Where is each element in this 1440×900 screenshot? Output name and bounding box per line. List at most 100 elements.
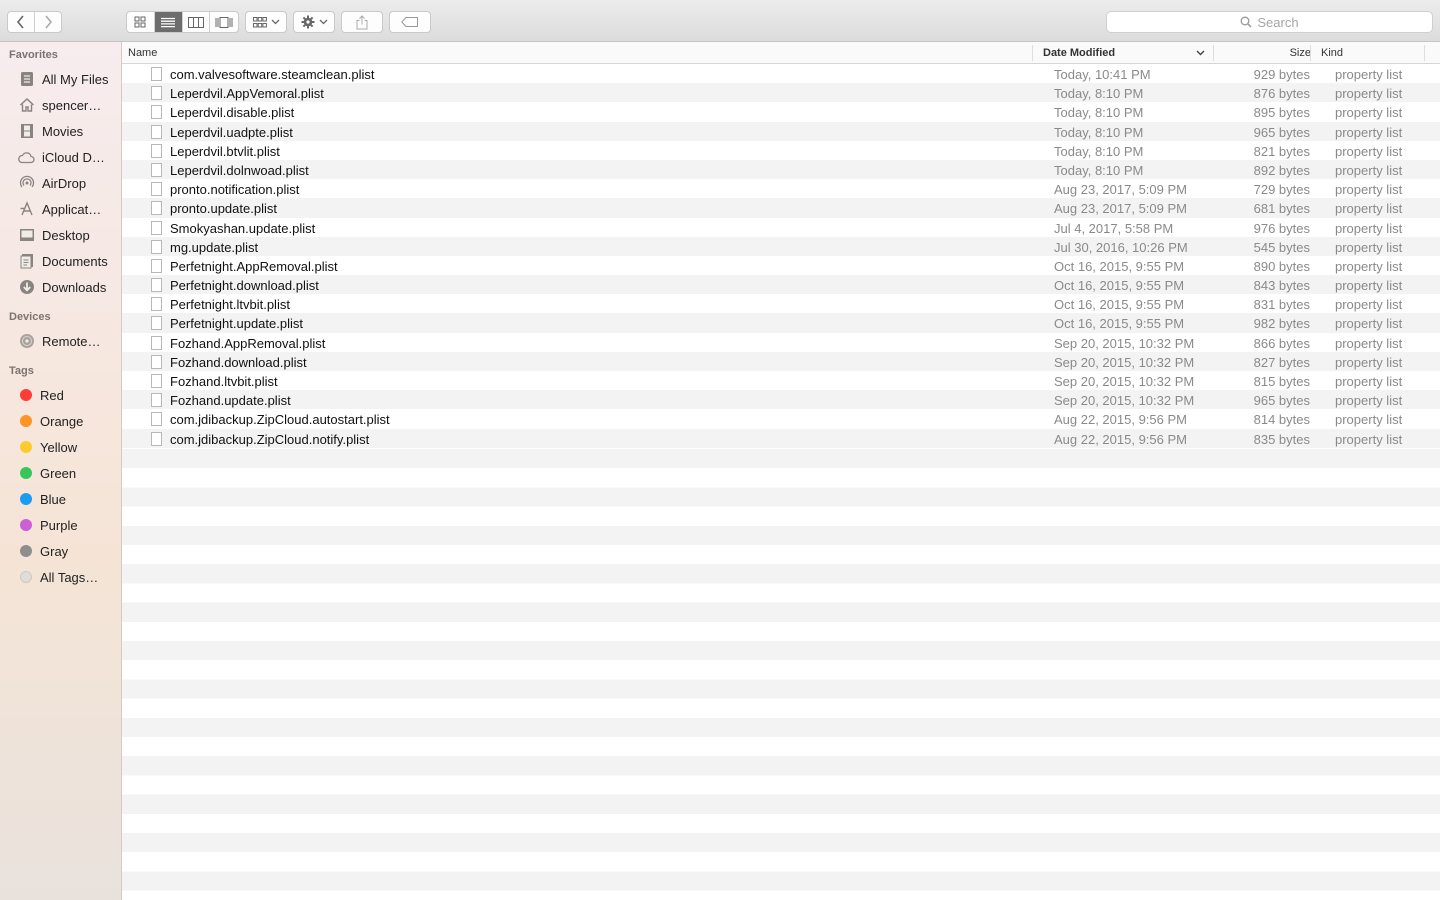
back-button[interactable] xyxy=(8,12,35,32)
sidebar-item-downloads[interactable]: Downloads xyxy=(18,276,118,298)
sidebar-item-movies[interactable]: Movies xyxy=(18,120,118,142)
action-menu-button[interactable] xyxy=(293,11,335,33)
file-date-modified: Sep 20, 2015, 10:32 PM xyxy=(1054,354,1195,370)
share-button[interactable] xyxy=(341,11,383,33)
column-divider[interactable] xyxy=(1032,45,1033,61)
document-file-icon xyxy=(151,278,162,293)
file-kind: property list xyxy=(1335,374,1403,389)
file-size: 835 bytes xyxy=(1253,431,1310,447)
document-file-icon xyxy=(151,239,162,254)
file-size: 965 bytes xyxy=(1253,393,1310,409)
table-row[interactable]: Perfetnight.AppRemoval.plist Oct 16, 2015… xyxy=(122,255,1440,276)
file-name: Fozhand.update.plist xyxy=(170,393,291,409)
tags-button[interactable] xyxy=(389,11,431,33)
column-divider[interactable] xyxy=(1213,45,1214,61)
file-size: 876 bytes xyxy=(1253,86,1310,102)
sidebar-item-airdrop[interactable]: AirDrop xyxy=(18,172,118,194)
sidebar-tag-gray[interactable]: Gray xyxy=(18,540,118,562)
sidebar-tag-purple[interactable]: Purple xyxy=(18,514,118,536)
column-header-bar: Name Date Modified Size Kind xyxy=(122,42,1440,64)
sidebar-tag-orange[interactable]: Orange xyxy=(18,410,118,432)
file-kind: property list xyxy=(1335,354,1403,370)
sort-chevron-down-icon[interactable] xyxy=(1196,50,1205,56)
file-name: Perfetnight.AppRemoval.plist xyxy=(170,258,338,274)
file-size: 814 bytes xyxy=(1253,412,1310,428)
file-size: 965 bytes xyxy=(1253,124,1310,140)
sidebar-item-applications[interactable]: Applicat… xyxy=(18,198,118,220)
table-row[interactable]: pronto.update.plist Aug 23, 2017, 5:09 PM… xyxy=(122,198,1440,218)
arrange-button[interactable] xyxy=(245,11,287,33)
file-kind: property list xyxy=(1335,335,1403,351)
table-row[interactable]: Perfetnight.ltvbit.plist Oct 16, 2015, 9:… xyxy=(122,294,1440,314)
file-date-modified: Aug 23, 2017, 5:09 PM xyxy=(1054,201,1187,217)
file-kind: property list xyxy=(1335,105,1403,121)
sidebar-tag-yellow[interactable]: Yellow xyxy=(18,436,118,458)
search-field[interactable]: Search xyxy=(1106,11,1433,33)
sidebar-tag-green[interactable]: Green xyxy=(18,462,118,484)
forward-button[interactable] xyxy=(35,12,61,32)
table-row[interactable]: Leperdvil.uadpte.plist Today, 8:10 PM 965 … xyxy=(122,121,1440,141)
sidebar-item-all-my-files[interactable]: All My Files xyxy=(18,68,118,90)
applications-icon xyxy=(18,201,35,218)
table-row[interactable]: com.jdibackup.ZipCloud.autostart.plist Au… xyxy=(122,409,1440,429)
document-file-icon xyxy=(151,182,162,197)
coverflow-view-button[interactable] xyxy=(210,12,238,32)
column-divider[interactable] xyxy=(1424,45,1425,61)
column-header-name[interactable]: Name xyxy=(128,42,157,64)
document-file-icon xyxy=(151,124,162,139)
sidebar-item-label: Red xyxy=(40,387,64,403)
table-row[interactable]: Fozhand.AppRemoval.plist Sep 20, 2015, 10… xyxy=(122,332,1440,352)
document-file-icon xyxy=(151,412,162,427)
sidebar-item-label: Documents xyxy=(42,253,108,269)
file-size: 929 bytes xyxy=(1253,67,1310,82)
table-row[interactable]: com.jdibackup.ZipCloud.notify.plist Aug 2… xyxy=(122,428,1440,448)
cloud-icon xyxy=(18,149,35,166)
file-kind: property list xyxy=(1335,258,1403,274)
table-row[interactable]: Smokyashan.update.plist Jul 4, 2017, 5:58… xyxy=(122,217,1440,237)
column-header-size[interactable]: Size xyxy=(1274,42,1311,64)
sidebar-item-documents[interactable]: Documents xyxy=(18,250,118,272)
table-row[interactable]: Perfetnight.download.plist Oct 16, 2015, … xyxy=(122,275,1440,295)
table-row[interactable]: Leperdvil.disable.plist Today, 8:10 PM 895… xyxy=(122,102,1440,122)
file-date-modified: Jul 4, 2017, 5:58 PM xyxy=(1054,220,1174,236)
sidebar-item-home[interactable]: spencer… xyxy=(18,94,118,116)
table-row[interactable]: Leperdvil.AppVemoral.plist Today, 8:10 PM… xyxy=(122,83,1440,103)
table-row[interactable]: pronto.notification.plist Aug 23, 2017, 5… xyxy=(122,179,1440,199)
sidebar-item-icloud-drive[interactable]: iCloud D… xyxy=(18,146,118,168)
favorites-header: Favorites xyxy=(9,49,58,61)
sidebar-item-remote-disc[interactable]: Remote… xyxy=(18,330,118,352)
icon-view-icon xyxy=(134,16,146,28)
file-size: 982 bytes xyxy=(1253,316,1310,332)
column-header-kind[interactable]: Kind xyxy=(1321,42,1343,64)
sidebar-tag-blue[interactable]: Blue xyxy=(18,488,118,510)
sidebar-item-label: Green xyxy=(40,465,77,481)
column-divider[interactable] xyxy=(1310,45,1311,61)
file-name: Fozhand.download.plist xyxy=(170,354,307,370)
sidebar-tag-all-tags[interactable]: All Tags… xyxy=(18,566,118,588)
sidebar-item-desktop[interactable]: Desktop xyxy=(18,224,118,246)
sidebar-tag-red[interactable]: Red xyxy=(18,384,118,406)
file-date-modified: Sep 20, 2015, 10:32 PM xyxy=(1054,393,1195,409)
table-row[interactable]: mg.update.plist Jul 30, 2016, 10:26 PM 545… xyxy=(122,236,1440,256)
remote-disc-icon xyxy=(18,333,35,350)
file-name: Fozhand.ltvbit.plist xyxy=(170,374,278,389)
table-row[interactable]: Perfetnight.update.plist Oct 16, 2015, 9:… xyxy=(122,313,1440,333)
file-date-modified: Sep 20, 2015, 10:32 PM xyxy=(1054,374,1195,389)
table-row[interactable]: Leperdvil.btvlit.plist Today, 8:10 PM 821 … xyxy=(122,140,1440,160)
view-mode-control xyxy=(126,11,239,33)
list-view-button[interactable] xyxy=(154,12,183,32)
table-row[interactable]: Fozhand.download.plist Sep 20, 2015, 10:3… xyxy=(122,351,1440,371)
icon-view-button[interactable] xyxy=(127,12,155,32)
file-name: Leperdvil.btvlit.plist xyxy=(170,143,280,159)
column-view-button[interactable] xyxy=(183,12,211,32)
table-row[interactable]: Leperdvil.dolnwoad.plist Today, 8:10 PM 89… xyxy=(122,159,1440,180)
document-file-icon xyxy=(151,393,162,408)
table-row[interactable]: Fozhand.ltvbit.plist Sep 20, 2015, 10:32 … xyxy=(122,371,1440,391)
file-date-modified: Oct 16, 2015, 9:55 PM xyxy=(1054,297,1185,313)
table-row[interactable]: com.valvesoftware.steamclean.plist Today,… xyxy=(122,64,1440,84)
file-name: Leperdvil.disable.plist xyxy=(170,105,295,121)
table-row[interactable]: Fozhand.update.plist Sep 20, 2015, 10:32 … xyxy=(122,390,1440,410)
file-kind: property list xyxy=(1335,297,1403,313)
column-header-date-modified[interactable]: Date Modified xyxy=(1043,42,1115,64)
file-name: Smokyashan.update.plist xyxy=(170,220,316,236)
